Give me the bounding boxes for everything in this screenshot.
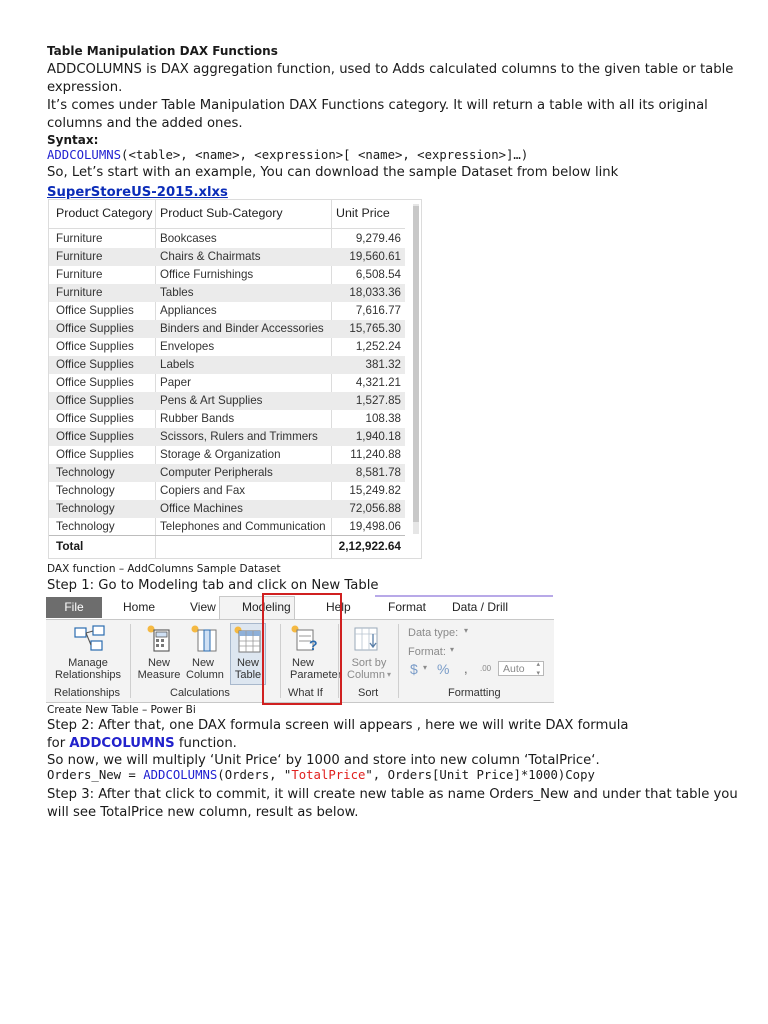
spinner-icon[interactable]: ▴ ▾: [536, 660, 540, 678]
header-unit-price: Unit Price: [336, 206, 390, 220]
new-table-label-2: Table: [234, 669, 262, 681]
sort-icon: [354, 627, 378, 651]
code-function: ADDCOLUMNS: [143, 768, 218, 782]
new-column-label-1: New: [192, 657, 215, 669]
syntax-arguments: (<table>, <name>, <expression>[ <name>, …: [121, 148, 529, 162]
table-row: Office Supplies Binders and Binder Access…: [49, 320, 405, 338]
step-2-line-3: So now, we will multiply ‘Unit Price‘ by…: [47, 753, 600, 768]
relationships-icon: [74, 625, 105, 651]
format-dropdown-icon[interactable]: ▾: [450, 645, 454, 654]
tab-home[interactable]: Home: [123, 600, 155, 614]
dataset-download-link[interactable]: SuperStoreUS-2015.xlxs: [47, 185, 228, 200]
percent-icon[interactable]: %: [437, 661, 449, 677]
step-2-line-2: for ADDCOLUMNS function.: [47, 736, 237, 751]
header-product-category: Product Category: [56, 206, 153, 220]
intro-line-1: ADDCOLUMNS is DAX aggregation function, …: [47, 62, 734, 77]
syntax-label: Syntax:: [47, 133, 99, 147]
intro-line-3: It’s comes under Table Manipulation DAX …: [47, 98, 708, 113]
new-measure-label-2: Measure: [137, 669, 181, 681]
total-label: Total: [56, 539, 84, 553]
table-row: Office Supplies Pens & Art Supplies 1,527.…: [49, 392, 405, 410]
new-table-button[interactable]: New Table: [230, 623, 266, 685]
table-row: Technology Office Machines 72,056.88: [49, 500, 405, 518]
group-sort: Sort: [358, 687, 379, 699]
dataset-table: Product Category Product Sub-Category Un…: [48, 199, 422, 559]
new-column-icon: [191, 625, 217, 652]
table-row: Office Supplies Appliances 7,616.77: [56, 304, 401, 317]
tab-view[interactable]: View: [190, 600, 216, 614]
new-measure-button[interactable]: [146, 624, 174, 658]
currency-icon[interactable]: $: [410, 661, 418, 677]
manage-label-2: Relationships: [54, 669, 122, 681]
calculator-icon: [147, 625, 170, 652]
table-row: Furniture Office Furnishings 6,508.54: [56, 268, 401, 281]
table-row: Technology Copiers and Fax 15,249.82: [56, 484, 401, 497]
step-3-line-1: Step 3: After that click to commit, it w…: [47, 787, 738, 802]
data-type-dropdown-icon[interactable]: ▾: [464, 626, 468, 635]
syntax-code: ADDCOLUMNS(<table>, <name>, <expression>…: [47, 148, 528, 162]
caption-ribbon: Create New Table – Power Bi: [47, 704, 196, 716]
addcolumns-keyword: ADDCOLUMNS: [69, 736, 175, 751]
table-row: Furniture Bookcases 9,279.46: [56, 232, 401, 245]
table-row: Office Supplies Envelopes 1,252.24: [56, 340, 401, 353]
intro-line-2: expression.: [47, 80, 123, 95]
new-column-button[interactable]: [190, 624, 218, 658]
decimal-places-input[interactable]: Auto ▴ ▾: [498, 660, 544, 678]
step-3-line-2: will see TotalPrice new column, result a…: [47, 805, 359, 820]
manage-relationships-button[interactable]: [74, 625, 106, 657]
code-string: TotalPrice: [291, 768, 366, 782]
table-row: Technology Telephones and Communication 19…: [56, 520, 401, 533]
new-measure-label-1: New: [147, 657, 170, 669]
table-row: Technology Computer Peripherals 8,581.78: [49, 464, 405, 482]
currency-dropdown-icon[interactable]: ▾: [423, 663, 427, 672]
manage-label-1: Manage: [68, 657, 108, 669]
scrollbar-thumb[interactable]: [413, 206, 419, 522]
data-type-label: Data type:: [408, 627, 459, 639]
group-calculations: Calculations: [170, 687, 230, 699]
table-row: Office Supplies Rubber Bands 108.38: [56, 412, 401, 425]
intro-line-4: columns and the added ones.: [47, 116, 243, 131]
table-scrollbar[interactable]: [413, 204, 419, 534]
sort-label-1: Sort by: [351, 657, 387, 669]
table-row: Office Supplies Storage & Organization 11,…: [56, 448, 401, 461]
step-2-line-1: Step 2: After that, one DAX formula scre…: [47, 718, 629, 733]
new-column-label-2: Column: [186, 669, 224, 681]
format-label: Format:: [408, 646, 446, 658]
new-table-label-1: New: [236, 657, 259, 669]
decimal-icon[interactable]: .00: [480, 664, 491, 673]
sort-by-column-button[interactable]: [352, 624, 382, 658]
caption-dataset: DAX function – AddColumns Sample Dataset: [47, 563, 281, 575]
contextual-tabs-accent: [375, 595, 553, 597]
page-heading: Table Manipulation DAX Functions: [47, 44, 278, 58]
tab-format[interactable]: Format: [388, 600, 426, 614]
table-row: Furniture Chairs & Chairmats 19,560.61: [49, 248, 405, 266]
sort-label-2: Column: [347, 669, 385, 681]
dax-formula-code: Orders_New = ADDCOLUMNS(Orders, "TotalPr…: [47, 768, 595, 782]
syntax-function-name: ADDCOLUMNS: [47, 148, 122, 162]
group-relationships: Relationships: [54, 687, 121, 699]
new-table-icon: [234, 626, 261, 653]
comma-icon[interactable]: ,: [464, 661, 468, 676]
tab-file[interactable]: File: [46, 597, 102, 618]
group-formatting: Formatting: [448, 687, 501, 699]
table-row: Office Supplies Labels 381.32: [49, 356, 405, 374]
table-row: Office Supplies Scissors, Rulers and Trim…: [49, 428, 405, 446]
table-header: Product Category Product Sub-Category Un…: [49, 200, 405, 229]
table-row: Office Supplies Paper 4,321.21: [56, 376, 401, 389]
step-1: Step 1: Go to Modeling tab and click on …: [47, 578, 379, 593]
tab-data-drill[interactable]: Data / Drill: [452, 600, 508, 614]
new-table-highlight-box: [262, 593, 342, 705]
example-line: So, Let’s start with an example, You can…: [47, 165, 619, 180]
table-row: Furniture Tables 18,033.36: [49, 284, 405, 302]
header-product-sub-category: Product Sub-Category: [160, 206, 283, 220]
power-bi-ribbon: File Home View Modeling Help Format Data…: [46, 593, 556, 705]
sort-dropdown-icon: ▾: [387, 670, 392, 679]
table-body: Furniture Bookcases 9,279.46 Furniture Chai…: [49, 230, 405, 536]
table-total-row: Total 2,12,922.64: [49, 535, 405, 558]
total-value: 2,12,922.64: [338, 539, 401, 553]
